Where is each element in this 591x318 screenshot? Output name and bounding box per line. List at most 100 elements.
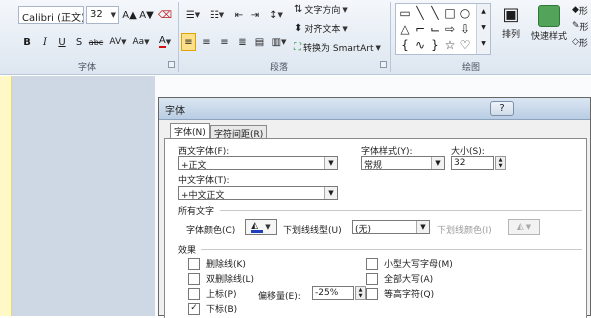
font-color-picker[interactable]: ◭ ▼ <box>245 219 277 235</box>
columns-button[interactable]: ▥ ▼ <box>270 33 288 51</box>
arrange-button[interactable]: ▣ 排列 <box>496 3 526 55</box>
decrease-indent-icon: ⇤ <box>234 9 244 21</box>
chevron-down-icon: ▼ <box>121 38 127 46</box>
grow-font-icon: A▲ <box>122 9 137 21</box>
strikethrough-button[interactable]: abc <box>87 33 105 51</box>
brace-shape-icon[interactable]: } <box>428 38 442 52</box>
quick-styles-button[interactable]: 快速样式 <box>528 3 570 55</box>
chevron-down-icon: ▼ <box>110 11 116 19</box>
align-right-button[interactable]: ≡ <box>217 33 232 51</box>
underline-color-picker[interactable]: ◭ ▼ <box>508 219 540 235</box>
shadow-button[interactable]: S <box>72 33 86 51</box>
subscript-checkbox[interactable]: ✓ 下标(B) <box>188 302 237 315</box>
size-spinner[interactable]: ▲ ▼ <box>495 156 506 170</box>
equalize-height-checkbox[interactable]: 等高字符(Q) <box>366 287 434 300</box>
italic-button[interactable]: I <box>38 33 52 51</box>
curve-shape-icon[interactable]: ∿ <box>413 38 427 52</box>
chevron-down-icon: ▼ <box>277 11 283 19</box>
double-strikethrough-checkbox[interactable]: 双删除线(L) <box>188 272 254 285</box>
bold-button[interactable]: B <box>20 33 34 51</box>
bullets-button[interactable]: ☰ ▼ <box>182 6 204 24</box>
shape-fill-button[interactable]: ◆ 形 <box>572 2 591 18</box>
western-font-value: +正文 <box>181 161 207 170</box>
arrow-shape-icon[interactable]: ⇨ <box>443 22 457 36</box>
brace-shape-icon[interactable]: { <box>398 38 412 52</box>
rectangle-shape-icon[interactable]: □ <box>443 6 457 20</box>
underline-type-label: 下划线线型(U) <box>283 226 342 236</box>
star-shape-icon[interactable]: ☆ <box>443 38 457 52</box>
font-name-combo[interactable]: Calibri (正文) <box>18 6 84 24</box>
decrease-indent-button[interactable]: ⇤ <box>232 6 246 24</box>
checkbox-box <box>188 287 200 300</box>
shape-effects-button[interactable]: ◇ 形 <box>572 34 591 50</box>
paragraph-dialog-launcher[interactable] <box>380 61 387 68</box>
chevron-down-icon: ▼ <box>324 157 337 169</box>
char-spacing-button[interactable]: AV ▼ <box>107 33 129 51</box>
shape-format-buttons: ◆ 形 ✎ 形 ◇ 形 <box>572 2 591 50</box>
distribute-button[interactable]: ▤ <box>252 33 267 51</box>
smartart-icon: ⛶ <box>294 42 301 53</box>
ribbon: Calibri (正文) 32 ▼ A▲ A▼ ⌫ B I U S abc AV… <box>0 0 591 75</box>
bold-icon: B <box>23 36 31 48</box>
section-divider <box>201 249 582 250</box>
tab-font[interactable]: 字体(N) <box>170 123 210 139</box>
oval-shape-icon[interactable]: ○ <box>458 6 472 20</box>
font-dialog-launcher[interactable] <box>168 61 175 68</box>
help-button[interactable]: ? <box>490 101 514 116</box>
line-shape-icon[interactable]: ╲ <box>413 6 427 20</box>
asian-font-value: +中文正文 <box>181 191 225 200</box>
small-caps-checkbox[interactable]: 小型大写字母(M) <box>366 257 453 270</box>
superscript-checkbox[interactable]: 上标(P) <box>188 287 236 300</box>
arrange-icon: ▣ <box>502 4 520 25</box>
underline-button[interactable]: U <box>55 33 69 51</box>
offset-input[interactable]: -25% <box>312 286 354 300</box>
checkbox-box <box>188 272 200 285</box>
underline-type-select[interactable]: (无) ▼ <box>352 220 430 234</box>
slide-thumbnail[interactable] <box>0 76 12 316</box>
line-spacing-button[interactable]: ↕ ▼ <box>265 6 287 24</box>
shapes-gallery[interactable]: ▭ ╲ ╲ □ ○ △ ⌐ ⌙ ⇨ ⇩ { ∿ } ☆ ♡ ▲ ▼ ▼ <box>395 3 491 55</box>
triangle-shape-icon[interactable]: △ <box>398 22 412 36</box>
dialog-titlebar[interactable]: 字体 ? <box>159 98 590 120</box>
font-size-combo[interactable]: 32 ▼ <box>86 6 119 24</box>
size-input[interactable]: 32 <box>451 156 494 170</box>
grow-font-button[interactable]: A▲ <box>122 6 137 24</box>
align-left-button[interactable]: ≡ <box>181 33 196 51</box>
clear-format-button[interactable]: ⌫ <box>157 6 173 24</box>
change-case-button[interactable]: Aa ▼ <box>131 33 151 51</box>
question-icon: ? <box>499 103 505 114</box>
western-font-select[interactable]: +正文 ▼ <box>178 156 338 170</box>
font-color-button[interactable]: A ▼ <box>154 33 176 51</box>
chevron-down-icon: ▼ <box>342 24 348 33</box>
all-caps-checkbox[interactable]: 全部大写(A) <box>366 272 433 285</box>
align-center-button[interactable]: ≡ <box>199 33 214 51</box>
justify-button[interactable]: ≣ <box>235 33 250 51</box>
shrink-font-icon: A▼ <box>139 9 154 21</box>
offset-label: 偏移量(E): <box>258 292 301 302</box>
elbow-connector-icon[interactable]: ⌙ <box>428 22 442 36</box>
asian-font-select[interactable]: +中文正文 ▼ <box>178 186 338 200</box>
elbow-connector-icon[interactable]: ⌐ <box>413 22 427 36</box>
numbering-button[interactable]: ☷ ▼ <box>206 6 228 24</box>
chevron-down-icon: ▼ <box>194 11 201 19</box>
columns-icon: ▥ <box>271 36 282 48</box>
shape-outline-button[interactable]: ✎ 形 <box>572 18 591 34</box>
strikethrough-checkbox[interactable]: 删除线(K) <box>188 257 246 270</box>
convert-smartart-button[interactable]: ⛶ 转换为 SmartArt ▼ <box>294 41 381 54</box>
numbering-icon: ☷ <box>209 9 219 21</box>
increase-indent-button[interactable]: ⇥ <box>248 6 262 24</box>
heart-shape-icon[interactable]: ♡ <box>458 38 472 52</box>
offset-spinner[interactable]: ▲ ▼ <box>355 286 366 300</box>
align-text-button[interactable]: ⬍ 对齐文本 ▼ <box>294 22 348 35</box>
text-direction-button[interactable]: ⇅ 文字方向 ▼ <box>294 3 348 16</box>
font-style-select[interactable]: 常规 ▼ <box>361 156 445 170</box>
slide-thumbnail-pane[interactable] <box>0 76 155 316</box>
shrink-font-button[interactable]: A▼ <box>139 6 154 24</box>
strikethrough-icon: abc <box>88 37 104 47</box>
rectangle-shape-icon[interactable]: ▭ <box>398 6 412 20</box>
line-shape-icon[interactable]: ╲ <box>428 6 442 20</box>
subscript-label: 下标(B) <box>206 305 238 315</box>
arrow-shape-icon[interactable]: ⇩ <box>458 22 472 36</box>
gallery-scroll[interactable]: ▲ ▼ ▼ <box>476 4 490 54</box>
tab-char-spacing[interactable]: 字符间距(R) <box>210 125 268 140</box>
